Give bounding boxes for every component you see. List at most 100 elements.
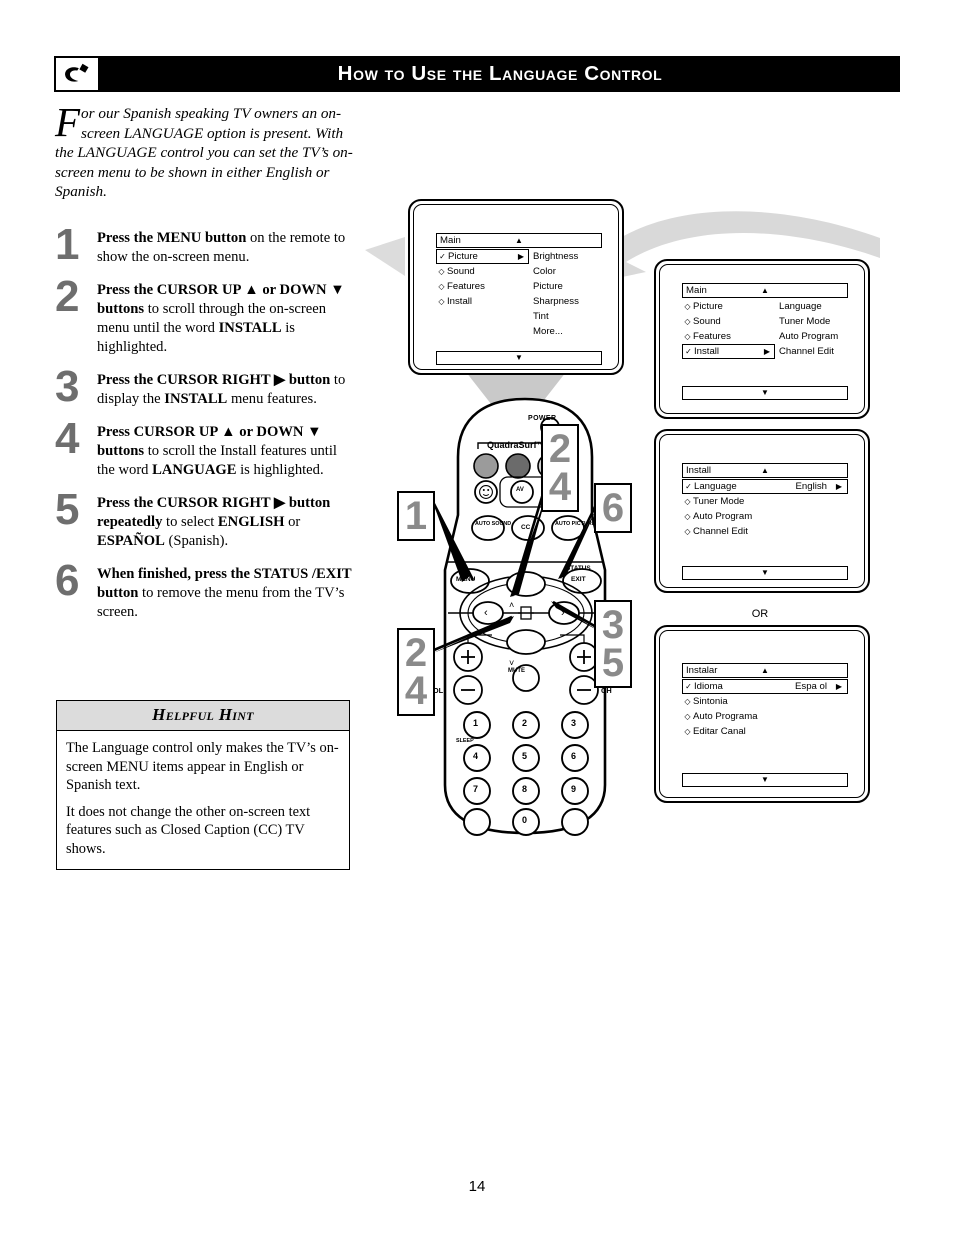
- remote-button-exit[interactable]: EXIT: [571, 576, 586, 583]
- cursor-down-icon[interactable]: ˅: [509, 658, 514, 668]
- osd-item-channel-edit[interactable]: ◇ Channel Edit: [682, 524, 848, 539]
- osd-submenu-column: Brightness Color Picture Sharpness Tint …: [533, 249, 579, 339]
- osd-item-value: English: [795, 481, 827, 492]
- diamond-icon: ◇: [684, 712, 691, 721]
- osd-install-menu-en: Install ▲ ✓ Language English ▶ ◇ Tuner M…: [682, 463, 848, 580]
- osd-item-idioma[interactable]: ✓ Idioma Espa ol ▶: [682, 679, 848, 694]
- callout-2-4-bottom: 2 4: [397, 628, 435, 716]
- step-1: 1 Press the MENU button on the remote to…: [55, 223, 355, 267]
- diamond-icon: ◇: [684, 727, 691, 736]
- scroll-up-icon: ▲: [515, 235, 523, 245]
- osd-scroll-down-bar[interactable]: ▼: [682, 773, 848, 787]
- osd-subitem[interactable]: More...: [533, 324, 579, 339]
- osd-item-sintonia[interactable]: ◇ Sintonia: [682, 694, 848, 709]
- osd-install-menu-es: Instalar ▲ ✓ Idioma Espa ol ▶ ◇ Sintonia: [682, 663, 848, 787]
- osd-title-bar: Main ▲: [436, 233, 602, 248]
- intro-paragraph: For our Spanish speaking TV owners an on…: [55, 99, 355, 202]
- osd-title-bar: Install ▲: [682, 463, 848, 478]
- remote-button-cc[interactable]: CC: [521, 524, 530, 531]
- remote-key-7[interactable]: 7: [473, 784, 478, 794]
- osd-subitem[interactable]: Language: [779, 299, 838, 314]
- hint-body: The Language control only makes the TV’s…: [57, 731, 349, 869]
- diamond-icon: ◇: [438, 267, 445, 276]
- hint-paragraph: It does not change the other on-screen t…: [66, 803, 311, 857]
- osd-scroll-down-bar[interactable]: ▼: [682, 386, 848, 400]
- osd-item-auto-programa[interactable]: ◇ Auto Programa: [682, 709, 848, 724]
- osd-title-bar: Instalar ▲: [682, 663, 848, 678]
- remote-key-2[interactable]: 2: [522, 718, 527, 728]
- remote-key-5[interactable]: 5: [522, 751, 527, 761]
- scroll-up-icon: ▲: [761, 285, 769, 295]
- diamond-icon: ◇: [684, 332, 691, 341]
- step-number: 2: [55, 272, 79, 321]
- step-4: 4 Press CURSOR UP ▲ or DOWN ▼ buttons to…: [55, 417, 355, 480]
- diamond-icon: ◇: [684, 527, 691, 536]
- step-number: 3: [55, 362, 79, 411]
- callout-number: 6: [601, 486, 625, 530]
- intro-dropcap: F: [55, 99, 81, 145]
- remote-key-1[interactable]: 1: [473, 718, 478, 728]
- remote-button-auto-picture[interactable]: AUTO PICTURE: [555, 521, 595, 527]
- osd-item-label: Tuner Mode: [693, 496, 745, 507]
- remote-key-6[interactable]: 6: [571, 751, 576, 761]
- osd-title-label: Main: [686, 285, 707, 296]
- instruction-steps: 1 Press the MENU button on the remote to…: [55, 223, 355, 633]
- osd-subitem[interactable]: Picture: [533, 279, 579, 294]
- scroll-up-icon: ▲: [761, 465, 769, 475]
- diamond-icon: ◇: [684, 512, 691, 521]
- osd-subitem[interactable]: Tint: [533, 309, 579, 324]
- osd-subitem[interactable]: Auto Program: [779, 329, 838, 344]
- osd-item-picture[interactable]: ✓ Picture ▶: [436, 249, 529, 264]
- osd-item-auto-program[interactable]: ◇ Auto Program: [682, 509, 848, 524]
- osd-scroll-down-bar[interactable]: ▼: [436, 351, 602, 365]
- cursor-left-icon[interactable]: ‹: [484, 607, 488, 619]
- osd-item-editar-canal[interactable]: ◇ Editar Canal: [682, 724, 848, 739]
- callout-3-5: 3 5: [594, 600, 632, 688]
- step-2: 2 Press the CURSOR UP ▲ or DOWN ▼ button…: [55, 272, 355, 357]
- osd-item-label: Features: [447, 281, 485, 292]
- osd-subitem[interactable]: Tuner Mode: [779, 314, 838, 329]
- step-number: 6: [55, 556, 79, 605]
- remote-key-4[interactable]: 4: [473, 751, 478, 761]
- osd-subitem[interactable]: Brightness: [533, 249, 579, 264]
- osd-item-list: ✓ Language English ▶ ◇ Tuner Mode ◇ Auto…: [682, 479, 848, 539]
- chevron-right-icon: ▶: [835, 481, 842, 491]
- remote-key-9[interactable]: 9: [571, 784, 576, 794]
- step-text: Press the CURSOR UP ▲ or DOWN ▼ buttons …: [97, 282, 345, 355]
- remote-button-menu[interactable]: MENU: [456, 576, 475, 583]
- osd-item-install[interactable]: ✓ Install ▶: [682, 344, 775, 359]
- osd-item-label: Channel Edit: [693, 526, 748, 537]
- step-6: 6 When finished, press the STATUS /EXIT …: [55, 556, 355, 622]
- osd-item-label: Language: [694, 481, 737, 492]
- hint-paragraph: The Language control only makes the TV’s…: [66, 740, 339, 794]
- cursor-right-icon[interactable]: ›: [561, 607, 565, 619]
- remote-key-0[interactable]: 0: [522, 815, 527, 825]
- step-text: Press the MENU button on the remote to s…: [97, 230, 346, 265]
- remote-key-8[interactable]: 8: [522, 784, 527, 794]
- osd-subitem[interactable]: Color: [533, 264, 579, 279]
- remote-label-mute: MUTE: [508, 668, 525, 674]
- remote-button-auto-sound[interactable]: AUTO SOUND: [475, 521, 511, 527]
- osd-item-tuner-mode[interactable]: ◇ Tuner Mode: [682, 494, 848, 509]
- osd-scroll-down-bar[interactable]: ▼: [682, 566, 848, 580]
- check-icon: ✓: [439, 252, 446, 261]
- osd-item-label: Install: [447, 296, 473, 307]
- osd-box-install-highlight: Main ▲ ◇ Picture ◇ Sound ◇ Features ✓ In…: [654, 259, 870, 419]
- check-icon: ✓: [685, 482, 692, 491]
- osd-item-language[interactable]: ✓ Language English ▶: [682, 479, 848, 494]
- osd-item-label: Install: [694, 346, 720, 357]
- diamond-icon: ◇: [684, 317, 691, 326]
- osd-subitem[interactable]: Sharpness: [533, 294, 579, 309]
- remote-button-av[interactable]: AV: [516, 487, 524, 493]
- osd-main-menu: Main ▲ ✓ Picture ▶ ◇ Sound ◇ Features ◇ …: [436, 233, 602, 365]
- diamond-icon: ◇: [684, 302, 691, 311]
- osd-title-label: Instalar: [686, 665, 718, 676]
- cursor-up-icon[interactable]: ˄: [509, 600, 514, 610]
- remote-key-3[interactable]: 3: [571, 718, 576, 728]
- osd-item-label: Picture: [448, 251, 478, 262]
- callout-number: 4: [548, 465, 572, 509]
- osd-subitem[interactable]: Channel Edit: [779, 344, 838, 359]
- scroll-down-icon: ▼: [761, 568, 769, 577]
- callout-6: 6: [594, 483, 632, 533]
- osd-item-label: Auto Programa: [693, 711, 758, 722]
